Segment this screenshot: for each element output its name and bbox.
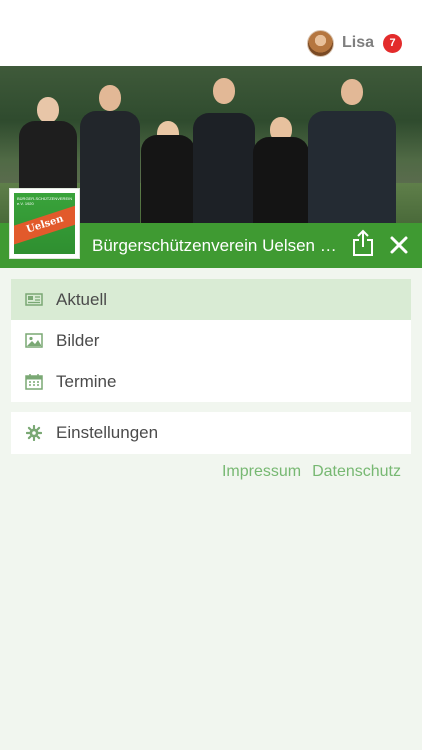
photo-person bbox=[252, 93, 310, 223]
menu-item-label: Termine bbox=[56, 371, 117, 391]
menu-item-termine[interactable]: Termine bbox=[11, 361, 411, 402]
top-bar: Lisa 7 bbox=[0, 0, 422, 66]
footer-links: Impressum Datenschutz bbox=[222, 463, 401, 481]
club-name: Bürgerschützenverein Uelsen e.V. 1920 bbox=[92, 236, 342, 255]
calendar-icon bbox=[25, 374, 43, 390]
club-logo: BÜRGER-SCHÜTZENVEREIN e.V. 1920 Uelsen bbox=[10, 189, 79, 258]
menu-item-label: Bilder bbox=[56, 330, 100, 350]
gear-icon bbox=[26, 425, 42, 441]
newspaper-icon bbox=[25, 293, 43, 306]
datenschutz-link[interactable]: Datenschutz bbox=[312, 463, 401, 481]
menu-item-label: Einstellungen bbox=[56, 423, 159, 442]
impressum-link[interactable]: Impressum bbox=[222, 463, 301, 481]
main-menu: Aktuell Bilder Termine bbox=[11, 279, 411, 402]
notification-badge[interactable]: 7 bbox=[383, 33, 402, 53]
close-icon[interactable] bbox=[389, 235, 409, 255]
menu-item-einstellungen[interactable]: Einstellungen bbox=[11, 412, 411, 454]
avatar[interactable] bbox=[306, 29, 334, 57]
menu-item-aktuell[interactable]: Aktuell bbox=[11, 279, 411, 320]
photo-person bbox=[306, 73, 398, 223]
image-icon bbox=[25, 333, 43, 348]
user-profile[interactable]: Lisa 7 bbox=[306, 29, 402, 57]
photo-person bbox=[192, 66, 256, 223]
share-icon[interactable] bbox=[352, 229, 374, 257]
photo-person bbox=[140, 97, 196, 223]
username[interactable]: Lisa bbox=[342, 34, 374, 52]
menu-item-bilder[interactable]: Bilder bbox=[11, 320, 411, 361]
club-logo-small-text: BÜRGER-SCHÜTZENVEREIN e.V. 1920 bbox=[17, 196, 73, 206]
settings-menu: Einstellungen bbox=[11, 412, 411, 454]
menu-item-label: Aktuell bbox=[56, 289, 108, 309]
club-logo-emblem: BÜRGER-SCHÜTZENVEREIN e.V. 1920 Uelsen bbox=[14, 193, 75, 254]
photo-person bbox=[80, 73, 140, 223]
